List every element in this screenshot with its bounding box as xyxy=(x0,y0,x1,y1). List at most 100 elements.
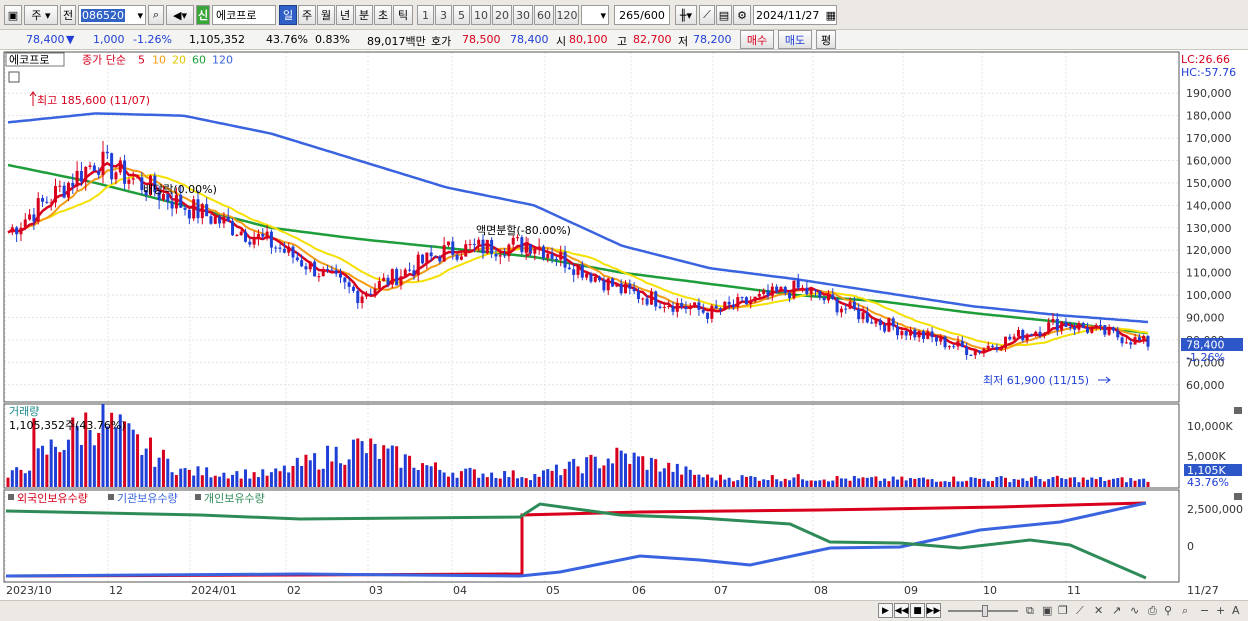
stock-code-input[interactable]: 086520 ▾ xyxy=(78,5,146,25)
volume-bar xyxy=(921,477,925,487)
link-icon[interactable]: ⚲ xyxy=(1164,604,1172,617)
volume-bar xyxy=(179,468,183,487)
tab-day[interactable]: 일 xyxy=(279,5,297,25)
volume-bar xyxy=(641,456,645,487)
volume-bar xyxy=(481,473,485,487)
price-tick: 100,000 xyxy=(1186,289,1232,302)
windows-icon[interactable]: ▣ xyxy=(4,5,22,25)
save-icon[interactable]: ▤ xyxy=(716,5,732,25)
candle-body xyxy=(503,255,507,257)
font-icon[interactable]: A xyxy=(1232,604,1240,617)
minute-120[interactable]: 120 xyxy=(555,5,579,25)
candle-body xyxy=(1111,327,1115,331)
stop-icon[interactable]: ■ xyxy=(910,603,925,618)
sell-button[interactable]: 매도 xyxy=(778,30,812,49)
volume-bar xyxy=(995,477,999,487)
evaluate-button[interactable]: 평 xyxy=(816,30,836,49)
market-select[interactable]: 주 ▾ xyxy=(24,5,58,25)
volume-bar xyxy=(382,445,386,487)
volume-bar xyxy=(788,480,792,487)
wave-icon[interactable]: ∿ xyxy=(1130,604,1139,617)
open-price: 80,100 xyxy=(569,33,608,46)
chart-scrollbar[interactable]: ▶ ◀◀ ■ ▶▶ ⧉ ▣ ❐ ⟋ ✕ ↗ ∿ ⎙ ⚲ ⌕ − + A xyxy=(0,600,1248,621)
volume-bar xyxy=(196,466,200,487)
candle-body xyxy=(425,252,429,264)
scroll-right-icon[interactable]: ▶ xyxy=(878,603,893,618)
minute-60[interactable]: 60 xyxy=(534,5,554,25)
holding-panel-close-icon[interactable] xyxy=(1234,493,1242,500)
tab-second[interactable]: 초 xyxy=(374,5,392,25)
candle-body xyxy=(801,287,805,289)
mode-button[interactable]: 전 xyxy=(60,5,76,25)
stock-name-field[interactable]: 에코프로 xyxy=(212,5,276,25)
gear-icon[interactable]: ⚙ xyxy=(733,5,751,25)
zoom-icon[interactable]: ⌕ xyxy=(1182,604,1188,618)
draw-icon[interactable]: ⟋ xyxy=(1076,604,1084,618)
candle-body xyxy=(110,153,114,180)
line-tool-icon[interactable]: ⟋ xyxy=(699,5,715,25)
stock-name: 에코프로 xyxy=(216,9,257,22)
stock-chart[interactable]: 190,000 180,000 170,000 160,000 150,000 140,0… xyxy=(0,50,1248,600)
candle-body xyxy=(667,305,671,307)
volume-bar xyxy=(360,441,364,487)
candle-body xyxy=(464,244,468,257)
candle-body xyxy=(88,165,92,167)
candle-body xyxy=(848,301,852,309)
candle-body xyxy=(183,207,187,210)
count-field[interactable]: 265/600 xyxy=(614,5,670,25)
period-dropdown[interactable]: ▾ xyxy=(581,5,609,25)
candle-body xyxy=(511,237,515,245)
minute-3[interactable]: 3 xyxy=(435,5,452,25)
candle-icon[interactable]: ╫▾ xyxy=(675,5,697,25)
tab-month[interactable]: 월 xyxy=(317,5,335,25)
tab-minute[interactable]: 분 xyxy=(355,5,373,25)
candle-body xyxy=(390,269,394,285)
minute-20[interactable]: 20 xyxy=(492,5,512,25)
volume-bar xyxy=(15,467,19,487)
cross-icon[interactable]: ✕ xyxy=(1094,604,1103,617)
rewind-icon[interactable]: ◀◀ xyxy=(894,603,909,618)
zoom-in-icon[interactable]: + xyxy=(1216,604,1225,617)
tab-tick[interactable]: 틱 xyxy=(393,5,413,25)
panel-icon[interactable]: ▣ xyxy=(1042,604,1052,617)
sound-icon[interactable]: ◀▾ xyxy=(166,5,194,25)
stock-label: 에코프로 xyxy=(9,54,49,67)
volume-panel-close-icon[interactable] xyxy=(1234,407,1242,414)
date-field[interactable]: 2024/11/27 ▦ xyxy=(753,5,837,25)
candle-body xyxy=(598,276,602,281)
search-icon[interactable]: ⌕ xyxy=(148,5,164,25)
minute-5[interactable]: 5 xyxy=(453,5,470,25)
volume-bar xyxy=(269,472,273,487)
layout-icon[interactable]: ⧉ xyxy=(1026,604,1034,618)
volume-bar xyxy=(1068,477,1072,487)
tab-week[interactable]: 주 xyxy=(298,5,316,25)
volume-tick-10000k: 10,000K xyxy=(1187,420,1233,433)
candle-body xyxy=(1133,337,1137,345)
volume-bar xyxy=(649,457,653,487)
trend-icon[interactable]: ↗ xyxy=(1112,604,1121,617)
candle-body xyxy=(852,301,856,310)
open-label: 시 xyxy=(556,35,567,48)
candle-body xyxy=(904,331,908,336)
volume-bar xyxy=(680,474,684,487)
minute-1[interactable]: 1 xyxy=(417,5,434,25)
print-icon[interactable]: ⎙ xyxy=(1148,604,1157,618)
zoom-slider-handle[interactable] xyxy=(982,605,988,617)
candle-body xyxy=(92,165,96,171)
calendar-icon[interactable]: ▦ xyxy=(826,9,836,22)
candle-body xyxy=(1081,322,1085,328)
fast-forward-icon[interactable]: ▶▶ xyxy=(926,603,941,618)
candle-body xyxy=(235,235,239,237)
expand-icon[interactable] xyxy=(8,71,20,83)
candle-body xyxy=(675,303,679,312)
zoom-out-icon[interactable]: − xyxy=(1200,604,1209,617)
volume-bar xyxy=(624,453,627,487)
volume-bar xyxy=(516,478,520,487)
minute-30[interactable]: 30 xyxy=(513,5,533,25)
copy-icon[interactable]: ❐ xyxy=(1058,604,1068,617)
volume-bar xyxy=(192,475,196,487)
stock-code-value: 086520 xyxy=(81,8,125,22)
minute-10[interactable]: 10 xyxy=(471,5,491,25)
tab-year[interactable]: 년 xyxy=(336,5,354,25)
buy-button[interactable]: 매수 xyxy=(740,30,774,49)
